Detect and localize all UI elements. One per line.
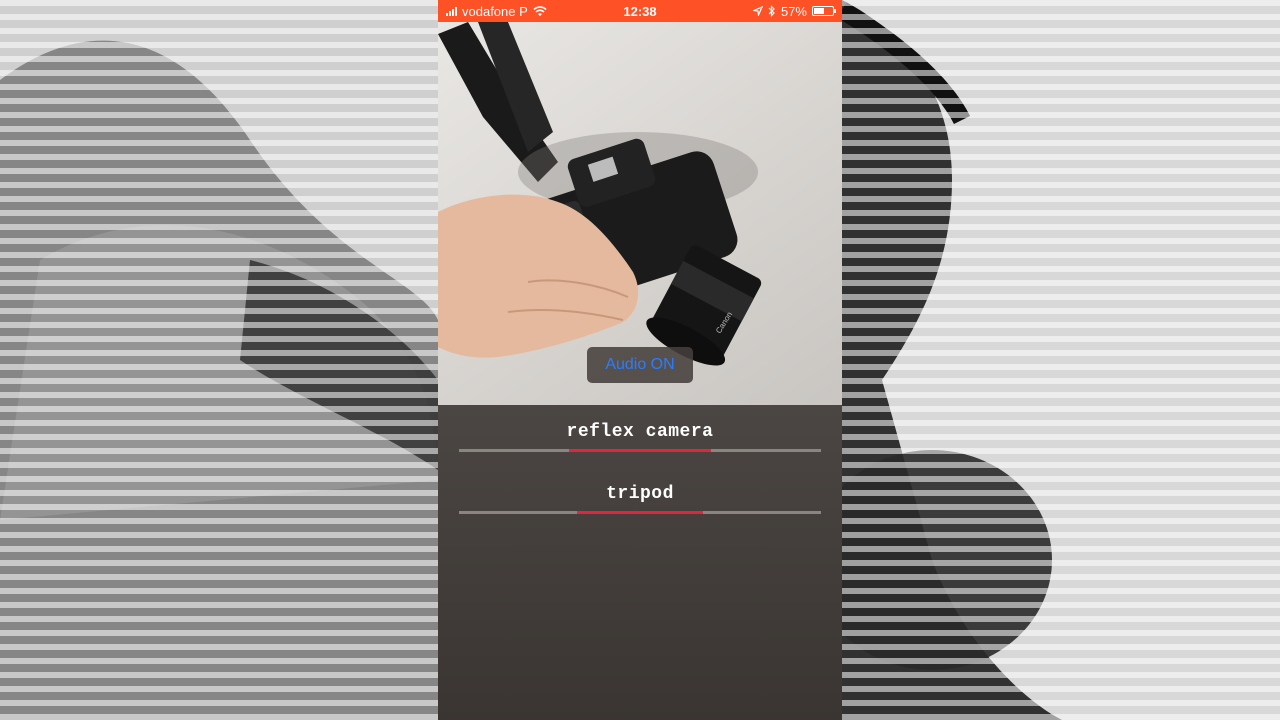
status-bar: vodafone P 12:38 57% <box>438 0 842 22</box>
confidence-bar <box>569 449 711 452</box>
battery-fill <box>814 8 825 14</box>
wifi-icon <box>533 5 547 16</box>
blurred-hand-image <box>0 40 438 720</box>
prediction-item: reflex camera <box>459 422 821 462</box>
prediction-item: tripod <box>459 484 821 524</box>
status-left: vodafone P <box>446 4 547 19</box>
background-right <box>842 0 1280 720</box>
predictions-panel: reflex camera tripod <box>438 405 842 720</box>
confidence-track <box>459 511 821 514</box>
audio-toggle-button[interactable]: Audio ON <box>587 347 693 383</box>
blurred-lens-image <box>842 0 1062 720</box>
bluetooth-icon <box>768 5 775 17</box>
battery-percent: 57% <box>780 3 807 19</box>
phone-screen: vodafone P 12:38 57% Canon Audio ON refl… <box>438 0 842 720</box>
battery-icon <box>812 6 836 16</box>
prediction-label: reflex camera <box>566 422 714 442</box>
camera-viewfinder[interactable]: Canon Audio ON <box>438 22 842 405</box>
status-time: 12:38 <box>623 3 657 19</box>
status-right: 57% <box>752 3 836 19</box>
carrier-name: vodafone P <box>462 3 528 19</box>
signal-icon <box>446 6 457 16</box>
location-icon <box>752 6 763 16</box>
background-left <box>0 0 438 720</box>
prediction-label: tripod <box>606 484 674 504</box>
confidence-track <box>459 449 821 452</box>
confidence-bar <box>576 511 704 514</box>
